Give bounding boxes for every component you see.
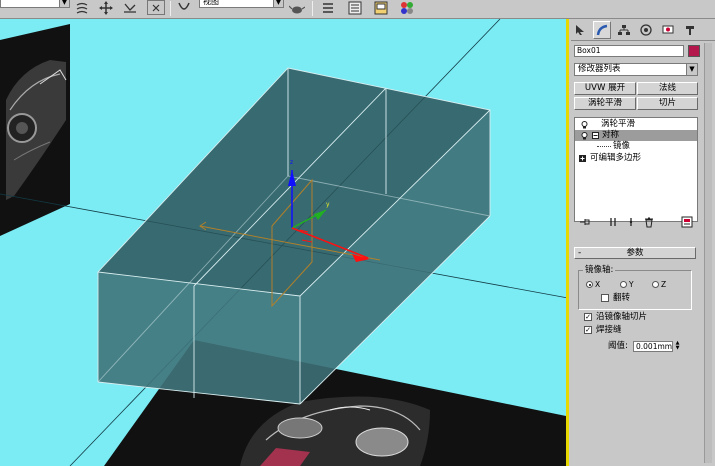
uvw-unwrap-button[interactable]: UVW 展开 xyxy=(574,82,636,95)
chevron-down-icon: ▼ xyxy=(59,0,69,7)
stack-item-label: 可编辑多边形 xyxy=(590,153,642,163)
tab-modify[interactable] xyxy=(593,21,611,39)
object-color-swatch[interactable] xyxy=(688,45,700,57)
threshold-label: 阈值: xyxy=(608,341,628,351)
tab-motion[interactable] xyxy=(637,21,655,39)
turbosmooth-button[interactable]: 涡轮平滑 xyxy=(574,97,636,110)
chevron-down-icon: ▼ xyxy=(686,64,697,75)
use-pivot-icon[interactable] xyxy=(73,0,91,16)
modifier-list-label: 修改器列表 xyxy=(578,64,621,74)
object-name-field[interactable]: Box01 xyxy=(574,45,684,57)
axis-x-radio[interactable] xyxy=(586,281,593,288)
stack-item-label: 对称 xyxy=(602,130,620,140)
axis-y-label: Y xyxy=(629,280,634,289)
flip-label: 翻转 xyxy=(613,293,631,303)
slice-button[interactable]: 切片 xyxy=(637,97,698,110)
axis-z-label: Z xyxy=(661,280,667,289)
remove-modifier-icon[interactable] xyxy=(642,215,656,229)
pin-stack-icon[interactable] xyxy=(578,215,592,229)
stack-item-turbosmooth[interactable]: 涡轮平滑 xyxy=(575,119,697,130)
main-toolbar: ▼ 视图 ▼ xyxy=(0,0,715,19)
slice-along-mirror-checkbox[interactable]: ✓ xyxy=(584,313,592,321)
toolbar-divider xyxy=(170,1,171,16)
toolbar-divider xyxy=(312,1,313,16)
tab-create[interactable] xyxy=(571,21,589,39)
manipulate-icon[interactable] xyxy=(121,0,139,16)
chevron-down-icon: ▼ xyxy=(273,0,283,7)
mirror-teapot-icon[interactable] xyxy=(288,0,306,16)
curve-editor-icon[interactable] xyxy=(346,0,364,16)
expand-plus-icon[interactable] xyxy=(579,155,586,162)
command-panel: Box01 修改器列表 ▼ UVW 展开 法线 涡轮平滑 切片 涡轮平滑 对称 … xyxy=(571,19,715,466)
axis-y-radio[interactable] xyxy=(620,281,627,288)
modify-bend-icon xyxy=(596,24,608,36)
reference-coord-dropdown[interactable]: ▼ xyxy=(0,0,70,8)
stack-item-symmetry[interactable]: 对称 xyxy=(575,130,697,141)
weld-seam-checkbox[interactable]: ✓ xyxy=(584,326,592,334)
mirror-axis-group-label: 镜像轴: xyxy=(583,265,616,275)
flip-checkbox[interactable] xyxy=(601,294,609,302)
modifier-stack: 涡轮平滑 对称 镜像 可编辑多边形 xyxy=(574,117,698,222)
configure-sets-icon[interactable] xyxy=(680,215,694,229)
weld-seam-label: 焊接缝 xyxy=(596,325,622,335)
parameters-rollout-header[interactable]: - 参数 xyxy=(574,247,696,259)
snap-toggle-icon[interactable] xyxy=(175,0,193,16)
motion-icon xyxy=(640,24,652,36)
stack-subitem-mirror[interactable]: 镜像 xyxy=(575,141,697,152)
tab-hierarchy[interactable] xyxy=(615,21,633,39)
named-selection-set[interactable]: 视图 ▼ xyxy=(199,0,284,8)
named-selection-value: 视图 xyxy=(203,0,219,6)
show-end-result-icon[interactable] xyxy=(606,215,620,229)
normal-button[interactable]: 法线 xyxy=(637,82,698,95)
stack-item-label: 涡轮平滑 xyxy=(601,119,636,129)
keyboard-shortcut-icon[interactable] xyxy=(147,0,165,15)
stack-item-editable-poly[interactable]: 可编辑多边形 xyxy=(575,153,697,164)
slice-along-mirror-label: 沿镜像轴切片 xyxy=(596,312,648,322)
tab-utilities[interactable] xyxy=(681,21,699,39)
material-editor-icon[interactable] xyxy=(398,0,416,16)
threshold-spinner-arrows[interactable]: ▲ ▼ xyxy=(674,341,681,352)
axis-x-label: X xyxy=(595,280,601,289)
hierarchy-icon xyxy=(618,25,630,35)
rollout-collapse-icon: - xyxy=(578,248,582,258)
mirror-axis-group xyxy=(578,270,692,310)
display-icon xyxy=(662,25,674,34)
panel-scrollbar[interactable] xyxy=(704,43,712,463)
schematic-view-icon[interactable] xyxy=(372,0,390,16)
make-unique-icon[interactable] xyxy=(624,215,638,229)
rollout-title: 参数 xyxy=(626,248,644,258)
z-axis-label: z xyxy=(290,159,293,166)
lightbulb-icon[interactable] xyxy=(581,132,588,140)
select-move-icon[interactable] xyxy=(97,0,115,16)
tab-display[interactable] xyxy=(659,21,677,39)
modifier-list-dropdown[interactable]: 修改器列表 ▼ xyxy=(574,63,698,76)
tree-connector xyxy=(597,146,611,147)
stack-toolbar xyxy=(574,215,698,229)
layer-manager-icon[interactable] xyxy=(319,0,337,16)
threshold-input[interactable]: 0.001mm xyxy=(633,341,673,352)
lightbulb-icon[interactable] xyxy=(581,121,588,129)
create-arrow-icon xyxy=(576,25,584,35)
y-axis-label: y xyxy=(326,201,330,208)
stack-item-label: 镜像 xyxy=(613,141,631,151)
collapse-minus-icon[interactable] xyxy=(592,132,599,139)
axis-z-radio[interactable] xyxy=(652,281,659,288)
hammer-icon xyxy=(686,26,694,35)
perspective-viewport[interactable]: z y xyxy=(0,19,568,466)
reference-image-plane-side xyxy=(0,24,70,236)
command-panel-tabs xyxy=(571,19,715,41)
